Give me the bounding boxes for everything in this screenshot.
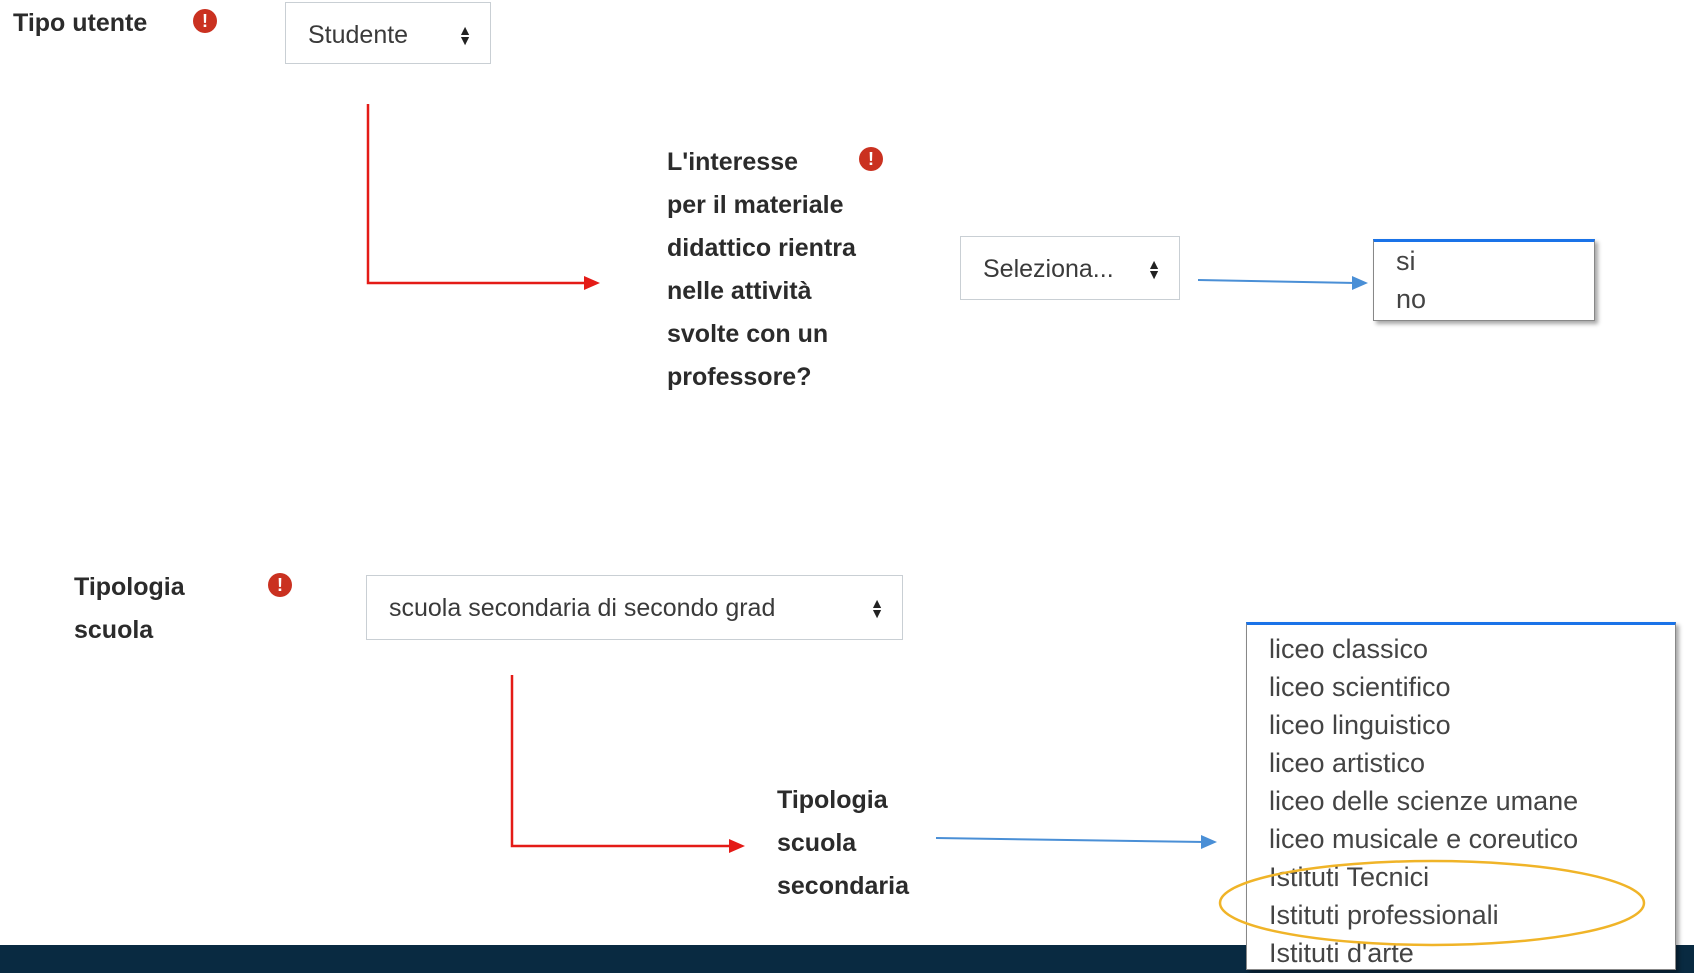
dropdown-option[interactable]: Istituti professionali xyxy=(1247,896,1675,934)
blue-arrowhead-icon xyxy=(1201,835,1217,849)
dropdown-option-no[interactable]: no xyxy=(1374,280,1594,318)
tipologia-scuola-label: Tipologia scuola xyxy=(74,566,274,652)
dropdown-option-si[interactable]: si xyxy=(1374,242,1594,280)
interesse-label-line: professore? xyxy=(667,363,812,391)
required-icon: ! xyxy=(268,573,292,597)
tipologia-secondaria-dropdown[interactable]: liceo classico liceo scientifico liceo l… xyxy=(1246,622,1676,970)
interesse-label-line: L'interesse xyxy=(667,148,799,176)
tipologia-secondaria-label-line: secondaria xyxy=(777,872,910,900)
dropdown-option[interactable]: liceo artistico xyxy=(1247,744,1675,782)
tipo-utente-label: Tipo utente xyxy=(13,9,148,37)
tipologia-secondaria-label-line: scuola xyxy=(777,829,857,857)
select-arrows-icon: ▲ ▼ xyxy=(1147,255,1161,282)
dropdown-option[interactable]: Istituti d'arte xyxy=(1247,934,1675,972)
interesse-select-value: Seleziona... xyxy=(983,255,1114,283)
tipologia-scuola-select-value: scuola secondaria di secondo grad xyxy=(389,594,776,622)
interesse-label-line: didattico rientra xyxy=(667,234,856,262)
tipologia-secondaria-label: Tipologia scuola secondaria xyxy=(777,779,977,908)
required-icon: ! xyxy=(859,147,883,171)
tipologia-secondaria-label-line: Tipologia xyxy=(777,786,888,814)
tipo-utente-select-value: Studente xyxy=(308,21,409,49)
tipologia-scuola-label-line: scuola xyxy=(74,616,154,644)
interesse-dropdown[interactable]: si no xyxy=(1373,239,1595,321)
tipologia-scuola-select[interactable]: scuola secondaria di secondo grad ▲ ▼ xyxy=(366,575,903,640)
select-arrows-icon: ▲ ▼ xyxy=(458,21,472,48)
interesse-label-line: nelle attività xyxy=(667,277,812,305)
interesse-label: L'interesse per il materiale didattico r… xyxy=(667,141,927,399)
dropdown-option[interactable]: liceo linguistico xyxy=(1247,706,1675,744)
red-connector-arrow xyxy=(366,104,590,285)
interesse-select[interactable]: Seleziona... ▲ ▼ xyxy=(960,236,1180,300)
red-arrowhead-icon xyxy=(729,839,745,853)
red-arrowhead-icon xyxy=(584,276,600,290)
blue-connector-arrow xyxy=(1197,279,1357,284)
dropdown-option[interactable]: Istituti Tecnici xyxy=(1247,858,1675,896)
required-icon: ! xyxy=(193,9,217,33)
dropdown-option[interactable]: liceo scientifico xyxy=(1247,668,1675,706)
dropdown-option[interactable]: liceo delle scienze umane xyxy=(1247,782,1675,820)
interesse-label-line: per il materiale xyxy=(667,191,844,219)
tipo-utente-select[interactable]: Studente ▲ ▼ xyxy=(285,2,491,64)
red-connector-arrow xyxy=(510,675,735,848)
blue-arrowhead-icon xyxy=(1352,276,1368,290)
dropdown-option[interactable]: liceo classico xyxy=(1247,630,1675,668)
interesse-label-line: svolte con un xyxy=(667,320,829,348)
dropdown-option[interactable]: liceo musicale e coreutico xyxy=(1247,820,1675,858)
tipologia-scuola-label-line: Tipologia xyxy=(74,573,185,601)
select-arrows-icon: ▲ ▼ xyxy=(870,594,884,621)
